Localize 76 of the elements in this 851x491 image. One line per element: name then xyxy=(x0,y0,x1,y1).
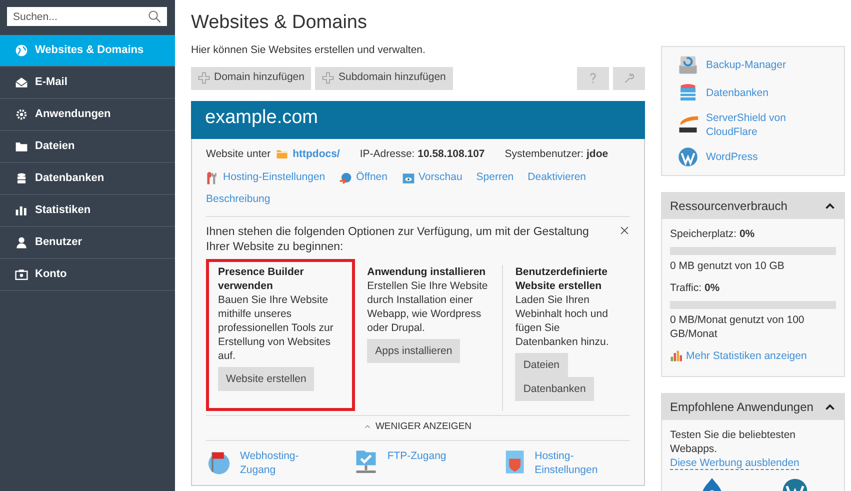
sidebar-item[interactable]: E-Mail xyxy=(0,67,175,99)
toolbar-button[interactable]: Domain hinzufügen xyxy=(191,66,312,90)
domain-title: example.com xyxy=(191,100,645,139)
stats-link[interactable]: Mehr Statistiken anzeigen xyxy=(670,348,807,364)
action-link[interactable]: Deaktivieren xyxy=(528,170,586,186)
wordpress-icon xyxy=(678,147,698,167)
tool-link[interactable]: WordPress xyxy=(678,147,828,167)
question-mark-icon xyxy=(587,72,599,84)
sidebar-item[interactable]: Dateien xyxy=(0,131,175,163)
sidebar-item[interactable]: Statistiken xyxy=(0,195,175,227)
sidebar-item[interactable]: Benutzer xyxy=(0,227,175,259)
tool-link[interactable]: Backup-Manager xyxy=(678,55,828,75)
option-title: Presence Builder verwenden xyxy=(218,264,305,293)
wrench-icon xyxy=(623,72,635,84)
close-icon xyxy=(619,224,630,236)
panel-title: Empfohlene Anwendungen xyxy=(670,399,814,416)
folder-icon xyxy=(274,148,289,160)
eye-window-icon xyxy=(402,172,414,185)
search-field[interactable]: Suchen... xyxy=(7,7,167,26)
id-card-icon xyxy=(15,268,28,281)
intro-text: Ihnen stehen die folgenden Optionen zur Verfügung, um mit der Gestaltung Ihrer Website zu beginnen: xyxy=(206,224,590,255)
tool-link[interactable]: ServerShield von CloudFlare xyxy=(678,111,828,139)
quick-link[interactable]: Hosting-Einstellungen xyxy=(500,449,630,478)
quick-link[interactable]: FTP-Zugang xyxy=(353,449,501,478)
tools-icon xyxy=(206,172,219,185)
plus-icon xyxy=(322,72,334,84)
panel-title: Ressourcenverbrauch xyxy=(670,198,788,215)
settings-button[interactable] xyxy=(613,66,645,90)
hide-ad-link[interactable]: Diese Werbung ausblenden xyxy=(670,457,800,470)
option-title: Benutzerdefinierte Website erstellen xyxy=(515,264,609,293)
docroot-link[interactable]: httpdocs/ xyxy=(292,146,340,162)
page-description: Hier können Sie Websites erstellen und verwalten. xyxy=(191,42,426,58)
hard-drive-icon xyxy=(678,55,698,75)
cf-logo-icon xyxy=(678,115,698,135)
option-button[interactable]: Datenbanken xyxy=(515,376,594,401)
meter-reading: 0 MB/Monat genutzt von 100 GB/Monat xyxy=(670,312,806,340)
option-text: Erstellen Sie Ihre Website durch Installation einer Webapp, wie Wordpress oder Drupal. xyxy=(367,278,489,335)
search-icon xyxy=(148,10,161,23)
toolbar-button[interactable]: Subdomain hinzufügen xyxy=(315,66,453,90)
folder-icon xyxy=(15,140,28,153)
bar-chart-icon xyxy=(670,350,682,362)
action-link[interactable]: Öffnen xyxy=(339,170,388,186)
sidebar-item[interactable]: Websites & Domains xyxy=(0,35,175,67)
envelope-icon xyxy=(15,76,28,89)
sidebar-item[interactable]: Konto xyxy=(0,259,175,291)
option-text: Laden Sie Ihren Webinhalt hoch und fügen Sie Datenbanken hinzu. xyxy=(515,292,610,349)
database-icon xyxy=(15,172,28,185)
globe-icon xyxy=(15,44,28,57)
bar-chart-icon xyxy=(15,204,28,217)
system-user: Systembenutzer: jdoe xyxy=(504,146,608,162)
option-button[interactable]: Apps installieren xyxy=(367,338,460,363)
plus-icon xyxy=(198,72,210,84)
meter-label: Speicherplatz: 0% xyxy=(670,227,756,242)
option-title: Anwendung installieren xyxy=(367,264,487,279)
action-link[interactable]: Hosting-Einstellungen xyxy=(206,170,326,186)
promo-text: Testen Sie die beliebtesten Webapps. xyxy=(670,428,797,456)
action-link[interactable]: Beschreibung xyxy=(206,192,270,208)
gear-icon xyxy=(15,108,28,121)
meter-reading: 0 MB genutzt von 10 GB xyxy=(670,258,786,273)
website-label: Website unter xyxy=(206,146,271,162)
show-less-toggle[interactable]: WENIGER ANZEIGEN xyxy=(364,420,472,434)
action-link[interactable]: Sperren xyxy=(476,170,514,186)
database-icon xyxy=(678,83,698,103)
user-icon xyxy=(15,236,28,249)
quick-link[interactable]: Webhosting-Zugang xyxy=(206,449,354,478)
option-button[interactable]: Dateien xyxy=(515,352,568,377)
meter-label: Traffic: 0% xyxy=(670,280,721,296)
sidebar-item[interactable]: Anwendungen xyxy=(0,99,175,131)
page-title: Websites & Domains xyxy=(191,12,368,35)
tool-link[interactable]: Datenbanken xyxy=(678,83,828,103)
ip-address: IP-Adresse: 10.58.108.107 xyxy=(360,146,485,162)
help-button[interactable] xyxy=(577,66,609,90)
option-button[interactable]: Website erstellen xyxy=(218,366,314,391)
action-link[interactable]: Vorschau xyxy=(402,170,462,186)
option-text: Bauen Sie Ihre Website mithilfe unseres professionellen Tools zur Erstellung von Websites auf. xyxy=(218,292,334,363)
sidebar-item[interactable]: Datenbanken xyxy=(0,163,175,195)
